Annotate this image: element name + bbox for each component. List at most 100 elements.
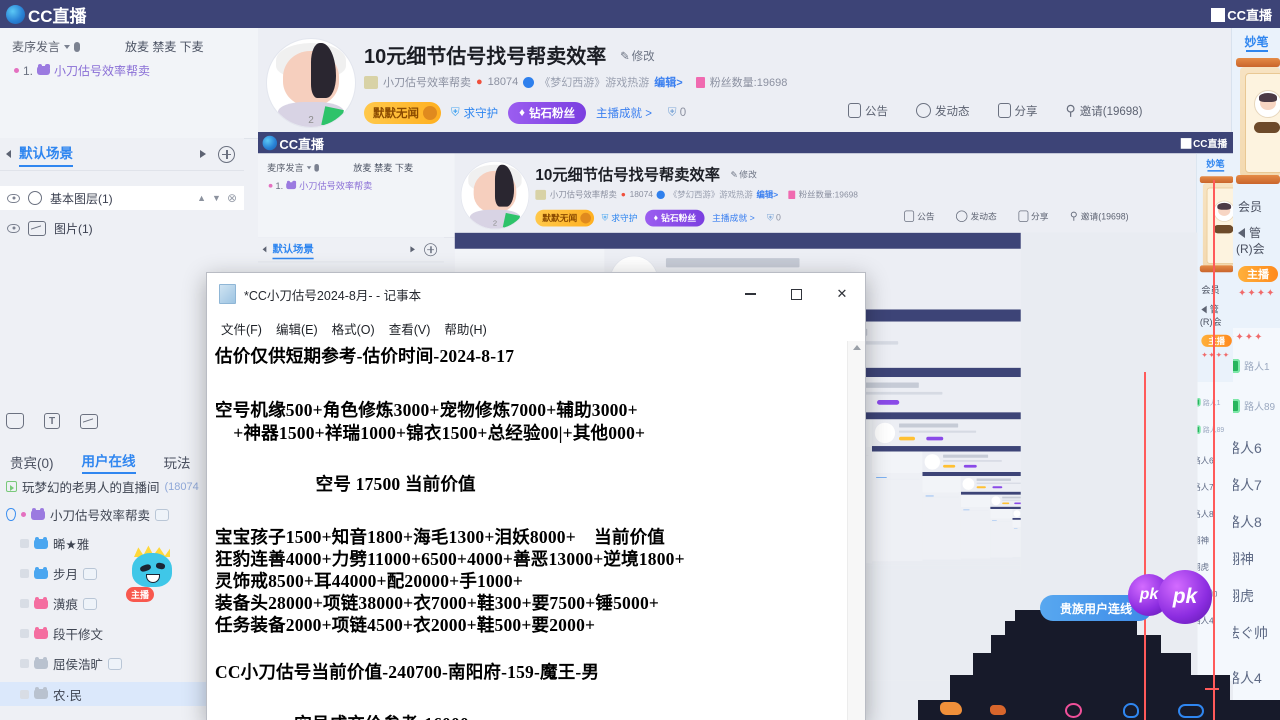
announcement-button-l1[interactable]: 公告: [904, 210, 935, 222]
category-edit-link-l1[interactable]: 编辑>: [757, 188, 779, 200]
rank-row[interactable]: 路人89: [1226, 398, 1275, 413]
text-icon[interactable]: T: [44, 413, 60, 429]
edit-room-title-button-l1[interactable]: ✎ 修改: [730, 169, 756, 181]
status-badge[interactable]: 默默无闻: [364, 102, 441, 124]
guard-request-button-l1[interactable]: ⛨ 求守护: [602, 212, 638, 224]
microphone-icon-l1[interactable]: [314, 163, 319, 172]
layer-row-0[interactable]: 基本图层(1) ▲ ▼ ⊗: [0, 186, 244, 210]
microphone-icon[interactable]: [74, 41, 81, 52]
host-avatar-l1[interactable]: 2: [460, 160, 530, 230]
select-box-icon[interactable]: [20, 659, 29, 668]
layer-down-icon[interactable]: ▼: [212, 193, 221, 203]
category-edit-link[interactable]: 编辑>: [654, 74, 682, 90]
guard-request-button[interactable]: ⛨ 求守护: [451, 105, 498, 121]
taskbar-icon-user[interactable]: [1123, 703, 1139, 718]
close-button[interactable]: ✕: [819, 273, 865, 315]
mic-queue-panel-mini: [960, 494, 991, 508]
status-badge-l1[interactable]: 默默无闻: [535, 209, 595, 227]
mic-mode-selector[interactable]: 麦序发言: [12, 38, 81, 55]
host-avatar[interactable]: 2: [266, 38, 356, 128]
tab-online-users[interactable]: 用户在线: [81, 450, 136, 474]
add-scene-button[interactable]: [218, 145, 235, 163]
menu-item-edit[interactable]: 编辑(E): [276, 319, 318, 338]
menu-item-format[interactable]: 格式(O): [332, 319, 375, 338]
screen-recursion-slot: [1012, 518, 1021, 558]
menu-item-file[interactable]: 文件(F): [221, 319, 262, 338]
list-item[interactable]: 段干修文: [20, 624, 103, 643]
triangle-left-icon-l1[interactable]: [262, 246, 267, 253]
chat-icon[interactable]: [108, 657, 123, 670]
scroll-avatar-l1[interactable]: [1213, 200, 1233, 222]
list-item[interactable]: 小刀估号效率帮卖: [6, 505, 170, 524]
list-item[interactable]: 晞★雅: [20, 534, 89, 553]
tab-vip[interactable]: 贵宾(0): [10, 452, 54, 472]
select-box-icon[interactable]: [20, 689, 29, 699]
share-button-l1[interactable]: 分享: [1018, 210, 1049, 222]
invite-button-l1[interactable]: ⚲ 邀请(19698): [1070, 210, 1129, 223]
triangle-right-icon-l1[interactable]: [410, 246, 415, 253]
notepad-titlebar[interactable]: *CC小刀估号2024-8月- - 记事本 ✕: [207, 273, 865, 315]
menu-item-help[interactable]: 帮助(H): [444, 319, 486, 338]
taskbar-step-5: [1005, 621, 1137, 635]
mic-mode-selector-l1[interactable]: 麦序发言: [267, 161, 319, 174]
list-item[interactable]: 农·民: [0, 682, 226, 706]
triangle-right-icon[interactable]: [200, 150, 206, 158]
scroll-panel-title-l1: 妙笔: [1206, 158, 1225, 170]
mic-actions[interactable]: 放麦 禁麦 下麦: [125, 38, 204, 55]
list-item-room[interactable]: 玩梦幻的老男人的直播间 (18074: [6, 477, 199, 496]
layer-close-icon[interactable]: ⊗: [227, 191, 237, 205]
visibility-icon-2[interactable]: [7, 223, 20, 233]
tab-games[interactable]: 玩法: [164, 452, 191, 472]
scene-bar-l1: 默认场景: [258, 237, 444, 263]
select-box-icon[interactable]: [20, 599, 29, 608]
stream-category-l1[interactable]: 《梦幻西游》游戏热游: [669, 188, 753, 200]
diamond-fans-badge-mini: [1014, 502, 1021, 505]
layer-row-1[interactable]: 图片(1): [0, 216, 244, 240]
diamond-fans-badge[interactable]: ♦ 钻石粉丝: [508, 102, 586, 124]
taskbar-icon-record[interactable]: [1065, 703, 1082, 718]
chat-icon[interactable]: [83, 567, 98, 580]
mic-actions-l1[interactable]: 放麦 禁麦 下麦: [353, 161, 413, 174]
notepad-text-area[interactable]: 估价仅供短期参考-估价时间-2024-8-17 空号机缘500+角色修炼3000…: [207, 341, 865, 720]
moments-button-l1[interactable]: 发动态: [955, 210, 997, 222]
list-item[interactable]: 潢痕: [20, 594, 98, 613]
edit-room-title-button[interactable]: ✎ 修改: [620, 48, 655, 64]
invite-button[interactable]: ⚲ 邀请(19698): [1066, 102, 1143, 119]
stream-category[interactable]: 《梦幻西游》游戏热游: [539, 74, 649, 90]
chat-icon[interactable]: [83, 597, 98, 610]
tab-default-scene-l1[interactable]: 默认场景: [272, 240, 314, 259]
share-button[interactable]: 分享: [997, 103, 1038, 119]
announcement-button[interactable]: 公告: [848, 103, 888, 119]
scroll-up-icon[interactable]: [852, 345, 861, 350]
moments-button[interactable]: 发动态: [916, 103, 970, 119]
visibility-icon[interactable]: [7, 193, 20, 203]
chat-icon[interactable]: [155, 508, 170, 521]
page-title: 10元细节估号找号帮卖效率: [364, 46, 607, 68]
maximize-button[interactable]: [773, 273, 819, 315]
scene-bar: 默认场景: [0, 138, 244, 171]
scroll-avatar[interactable]: [1254, 90, 1280, 118]
select-box-icon[interactable]: [20, 539, 29, 548]
badge-label-2-l1: 钻石粉丝: [661, 214, 697, 224]
menu-item-view[interactable]: 查看(V): [389, 319, 431, 338]
minimize-button[interactable]: [727, 273, 773, 315]
announcement-icon-l1: [904, 210, 915, 222]
select-box-icon[interactable]: [20, 569, 29, 578]
notepad-window[interactable]: *CC小刀估号2024-8月- - 记事本 ✕ 文件(F) 编辑(E) 格式(O…: [206, 272, 866, 720]
list-item[interactable]: 屈侯浩旷: [20, 654, 123, 673]
notepad-scrollbar[interactable]: [847, 341, 865, 720]
list-item[interactable]: 步月: [20, 564, 98, 583]
triangle-left-icon[interactable]: [6, 150, 11, 158]
add-scene-button-l1[interactable]: [424, 242, 438, 256]
shirt-icon[interactable]: [6, 413, 24, 429]
queue-item-0[interactable]: 1. 小刀估号效率帮卖: [14, 62, 150, 79]
select-box-icon[interactable]: [20, 629, 29, 638]
queue-item-l1[interactable]: 1. 小刀估号效率帮卖: [268, 179, 372, 192]
taskbar-icon-chat[interactable]: [1178, 704, 1204, 718]
achievement-link[interactable]: 主播成就 >: [596, 105, 652, 121]
image-tool-icon[interactable]: [80, 413, 98, 429]
layer-up-icon[interactable]: ▲: [197, 193, 206, 203]
diamond-fans-badge-l1[interactable]: ♦ 钻石粉丝: [645, 209, 705, 227]
tab-default-scene[interactable]: 默认场景: [19, 142, 73, 167]
achievement-link-l1[interactable]: 主播成就 >: [712, 212, 755, 224]
